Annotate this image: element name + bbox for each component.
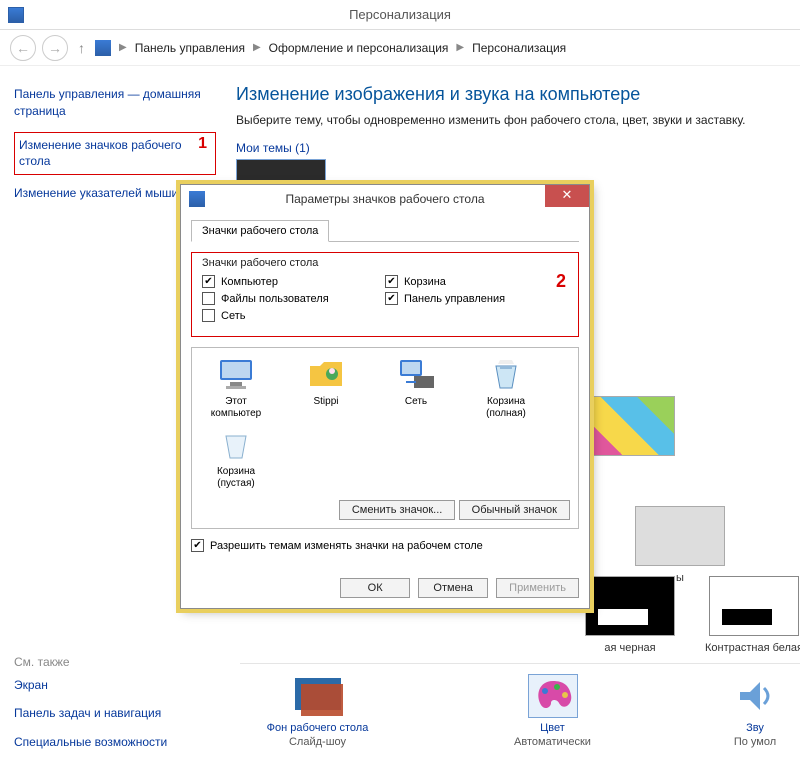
dialog-titlebar[interactable]: Параметры значков рабочего стола ✕ <box>181 185 589 213</box>
icon-preview-user[interactable]: Stippi <box>290 356 362 420</box>
color-item[interactable]: Цвет Автоматически <box>495 674 610 773</box>
theme-swatch-icon <box>585 396 675 456</box>
see-also-taskbar-link[interactable]: Панель задач и навигация <box>14 705 216 722</box>
ok-button[interactable]: ОК <box>340 578 410 598</box>
see-also-ease-link[interactable]: Специальные возможности <box>14 734 216 751</box>
user-folder-icon <box>306 356 346 392</box>
color-title: Цвет <box>495 722 610 734</box>
cancel-button[interactable]: Отмена <box>418 578 488 598</box>
breadcrumb-item[interactable]: Панель управления <box>135 41 245 55</box>
chevron-right-icon: ▶ <box>119 42 127 53</box>
dialog-icon <box>189 191 205 207</box>
up-button[interactable]: ↑ <box>78 40 85 56</box>
highlight-box-2: Значки рабочего стола 2 ✔Компьютер Файлы… <box>191 252 579 337</box>
theme-label: ая черная <box>580 642 680 654</box>
sound-item[interactable]: Зву По умол <box>730 674 780 773</box>
icons-preview-pane: Этот компьютер Stippi Сеть Корзина (полн… <box>191 347 579 529</box>
recycle-bin-full-icon <box>486 356 526 392</box>
forward-button[interactable]: → <box>42 35 68 61</box>
checkbox-label: Корзина <box>404 276 446 288</box>
theme-row <box>580 396 680 462</box>
group-legend: Значки рабочего стола <box>202 257 568 269</box>
breadcrumb-item[interactable]: Персонализация <box>472 41 566 55</box>
path-icon <box>95 40 111 56</box>
back-button[interactable]: ← <box>10 35 36 61</box>
checkbox-label: Панель управления <box>404 293 505 305</box>
checkbox-recycle-bin[interactable]: ✔Корзина <box>385 275 568 288</box>
nav-bar: ← → ↑ ▶ Панель управления ▶ Оформление и… <box>0 30 800 66</box>
theme-item-hc-black[interactable]: ая черная <box>580 576 680 654</box>
theme-swatch-icon <box>709 576 799 636</box>
checkbox-label: Сеть <box>221 310 245 322</box>
sidebar-change-desktop-icons-link[interactable]: Изменение значков рабочего стола <box>19 137 209 171</box>
my-themes-label: Мои темы (1) <box>236 141 790 155</box>
checkbox-user-files[interactable]: Файлы пользователя <box>202 292 385 305</box>
desktop-bg-title: Фон рабочего стола <box>260 722 375 734</box>
app-icon <box>8 7 24 23</box>
computer-icon <box>216 356 256 392</box>
breadcrumb-item[interactable]: Оформление и персонализация <box>269 41 449 55</box>
dialog-title: Параметры значков рабочего стола <box>286 192 485 206</box>
desktop-icons-dialog: Параметры значков рабочего стола ✕ Значк… <box>180 184 590 609</box>
window-title: Персонализация <box>349 7 451 22</box>
default-icon-button[interactable]: Обычный значок <box>459 500 570 520</box>
icon-label: Этот компьютер <box>211 396 261 419</box>
desktop-bg-icon <box>293 674 343 718</box>
icon-label: Корзина (пустая) <box>217 466 255 489</box>
sidebar-home-link[interactable]: Панель управления — домашняя страница <box>14 86 216 120</box>
dialog-footer: ОК Отмена Применить <box>181 568 589 608</box>
theme-row: ая черная Контрастная белая <box>580 576 800 654</box>
tab-strip: Значки рабочего стола <box>191 219 579 242</box>
sound-value: По умол <box>730 736 780 748</box>
checkbox-allow-themes[interactable]: ✔Разрешить темам изменять значки на рабо… <box>191 539 579 552</box>
network-icon <box>396 356 436 392</box>
see-also-screen-link[interactable]: Экран <box>14 677 216 694</box>
checkbox-computer[interactable]: ✔Компьютер <box>202 275 385 288</box>
annotation-1: 1 <box>198 135 207 153</box>
theme-item-hc-white[interactable]: Контрастная белая <box>704 576 800 654</box>
checkbox-label: Разрешить темам изменять значки на рабоч… <box>210 540 483 552</box>
checkbox-control-panel[interactable]: ✔Панель управления <box>385 292 568 305</box>
icon-label: Корзина (полная) <box>486 396 526 419</box>
annotation-2: 2 <box>556 271 566 292</box>
theme-swatch-icon <box>635 506 725 566</box>
checkbox-label: Файлы пользователя <box>221 293 329 305</box>
icon-label: Сеть <box>405 396 427 407</box>
page-subtitle: Выберите тему, чтобы одновременно измени… <box>236 113 790 127</box>
desktop-bg-value: Слайд-шоу <box>260 736 375 748</box>
change-icon-button[interactable]: Сменить значок... <box>339 500 456 520</box>
icon-preview-recycle-full[interactable]: Корзина (полная) <box>470 356 542 420</box>
bottom-strip: Фон рабочего стола Слайд-шоу Цвет Автома… <box>240 663 800 783</box>
recycle-bin-empty-icon <box>216 426 256 462</box>
close-button[interactable]: ✕ <box>545 185 589 207</box>
checkbox-label: Компьютер <box>221 276 278 288</box>
theme-label: Контрастная белая <box>704 642 800 654</box>
chevron-right-icon: ▶ <box>456 42 464 53</box>
icon-label: Stippi <box>313 396 338 407</box>
icon-preview-this-pc[interactable]: Этот компьютер <box>200 356 272 420</box>
checkbox-network[interactable]: Сеть <box>202 309 385 322</box>
desktop-bg-item[interactable]: Фон рабочего стола Слайд-шоу <box>260 674 375 773</box>
icon-preview-network[interactable]: Сеть <box>380 356 452 420</box>
apply-button[interactable]: Применить <box>496 578 579 598</box>
window-titlebar: Персонализация <box>0 0 800 30</box>
color-value: Автоматически <box>495 736 610 748</box>
page-title: Изменение изображения и звука на компьют… <box>236 84 790 105</box>
sound-icon <box>730 674 780 718</box>
see-also-heading: См. также <box>14 655 216 669</box>
tab-desktop-icons[interactable]: Значки рабочего стола <box>191 220 329 242</box>
chevron-right-icon: ▶ <box>253 42 261 53</box>
sound-title: Зву <box>730 722 780 734</box>
theme-swatch-icon <box>585 576 675 636</box>
theme-item[interactable]: ы <box>630 506 730 584</box>
theme-item[interactable] <box>580 396 680 462</box>
see-also-section: См. также Экран Панель задач и навигация… <box>14 649 216 763</box>
color-icon <box>528 674 578 718</box>
highlight-box-1: Изменение значков рабочего стола 1 <box>14 132 216 176</box>
icon-preview-recycle-empty[interactable]: Корзина (пустая) <box>200 426 272 490</box>
